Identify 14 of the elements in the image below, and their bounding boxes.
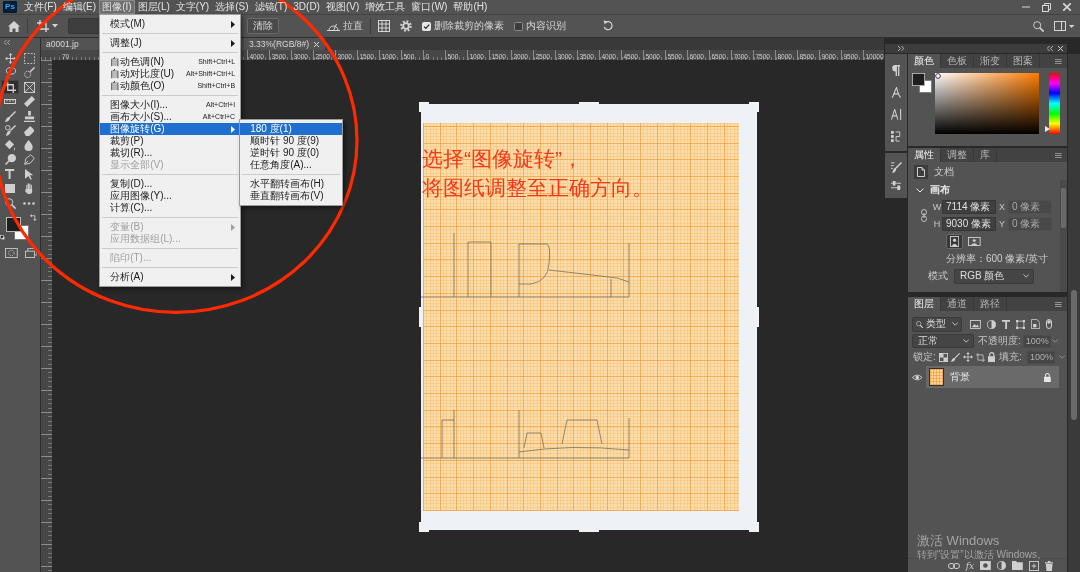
field-label: W [932, 201, 942, 212]
field-label: X [998, 201, 1006, 212]
resolution-text: 分辨率：600 像素/英寸 [946, 251, 1049, 266]
activation-subtitle: 转到“设置”以激活 Windows。 [917, 548, 1047, 561]
field-label: 模式 [928, 269, 948, 283]
field-label: 不透明度: [978, 334, 1021, 348]
panel-heading: 文档 [934, 165, 954, 179]
field-label: Y [998, 218, 1006, 229]
app-logo: Ps [3, 1, 17, 13]
field-label: H [932, 218, 942, 229]
field-label: 填充: [999, 350, 1023, 364]
layer-name: 背景 [950, 370, 970, 384]
activation-title: 激活 Windows [917, 533, 1000, 548]
field-label: 锁定: [913, 350, 936, 364]
